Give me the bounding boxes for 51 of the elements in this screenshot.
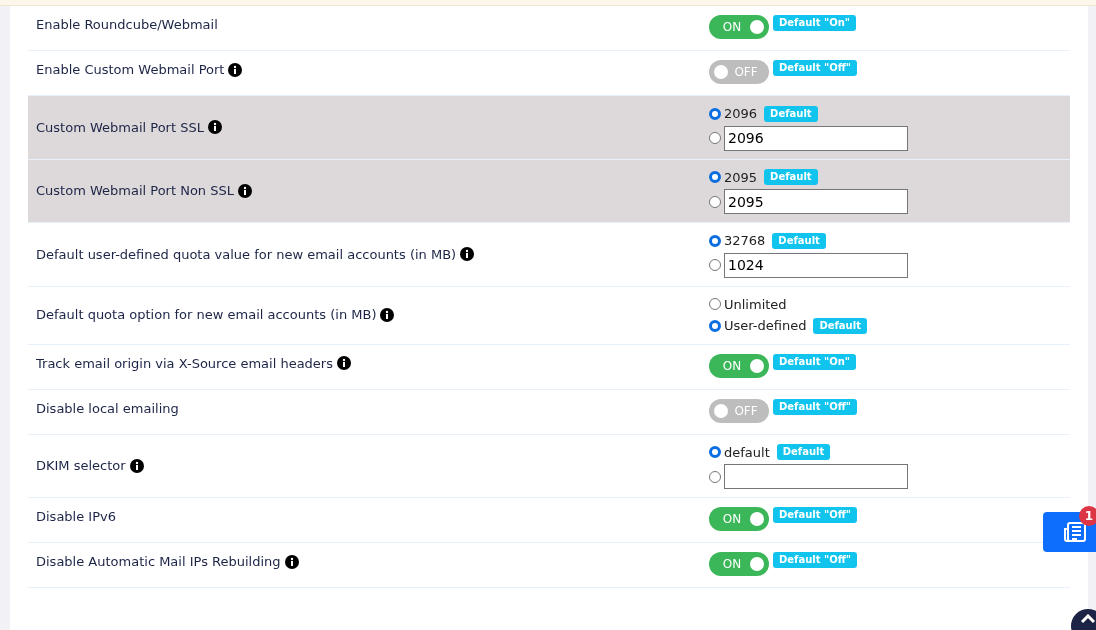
setting-label: DKIM selector — [36, 457, 126, 475]
radio-button[interactable] — [709, 195, 721, 208]
option-label: 2096 — [724, 105, 758, 123]
toggle-switch[interactable]: ON — [709, 507, 769, 531]
setting-label: Default user-defined quota value for new email accounts (in MB) — [36, 245, 457, 264]
default-badge: Default "On" — [773, 15, 857, 31]
input-field[interactable]: 2095 — [724, 189, 908, 214]
toggle-switch[interactable]: OFF — [709, 60, 769, 84]
setting-label: Disable Automatic Mail IPs Rebuilding — [36, 553, 281, 571]
toggle-switch[interactable]: ON — [709, 353, 769, 378]
input-field[interactable]: 1024 — [724, 252, 908, 278]
radio-button[interactable] — [709, 470, 721, 483]
radio-button[interactable] — [709, 298, 721, 311]
radio-button[interactable] — [709, 171, 721, 184]
option-label: default — [724, 443, 770, 462]
default-badge: Default "On" — [773, 353, 857, 370]
radio-button[interactable] — [709, 259, 721, 271]
radio-button[interactable] — [709, 234, 721, 247]
input-field[interactable] — [724, 464, 908, 489]
default-badge: Default — [764, 169, 818, 186]
option-label: 2095 — [724, 168, 758, 187]
default-badge: Default — [813, 317, 867, 334]
newspaper-icon — [1063, 521, 1087, 543]
setting-label: Disable IPv6 — [36, 508, 116, 526]
input-field[interactable]: 2096 — [724, 125, 908, 151]
default-badge: Default "Off" — [773, 552, 857, 568]
toggle-switch[interactable]: OFF — [709, 398, 769, 423]
default-badge: Default "Off" — [773, 60, 857, 76]
toggle-switch[interactable]: ON — [709, 15, 769, 39]
setting-label: Default quota option for new email accounts (in MB) — [36, 306, 377, 325]
option-label: Unlimited — [724, 295, 787, 314]
default-badge: Default "Off" — [773, 398, 857, 415]
radio-button[interactable] — [709, 319, 721, 332]
option-label: 32768 — [724, 232, 766, 250]
setting-label: Enable Roundcube/Webmail — [36, 16, 218, 34]
setting-label: Enable Custom Webmail Port — [36, 61, 225, 79]
chevron-up-icon — [1081, 614, 1095, 624]
option-label: User-defined — [724, 317, 807, 335]
setting-label: Custom Webmail Port SSL — [36, 118, 204, 137]
setting-label: Track email origin via X-Source email headers — [36, 354, 333, 373]
default-badge: Default — [764, 105, 818, 122]
default-badge: Default — [776, 444, 831, 461]
radio-button[interactable] — [709, 132, 721, 144]
setting-label: Disable local emailing — [36, 399, 179, 418]
radio-button[interactable] — [709, 107, 721, 120]
toggle-switch[interactable]: ON — [709, 552, 769, 576]
setting-label: Custom Webmail Port Non SSL — [36, 182, 234, 200]
news-button[interactable] — [1043, 512, 1096, 552]
radio-button[interactable] — [709, 446, 721, 459]
default-badge: Default — [772, 232, 826, 249]
default-badge: Default "Off" — [773, 507, 857, 523]
